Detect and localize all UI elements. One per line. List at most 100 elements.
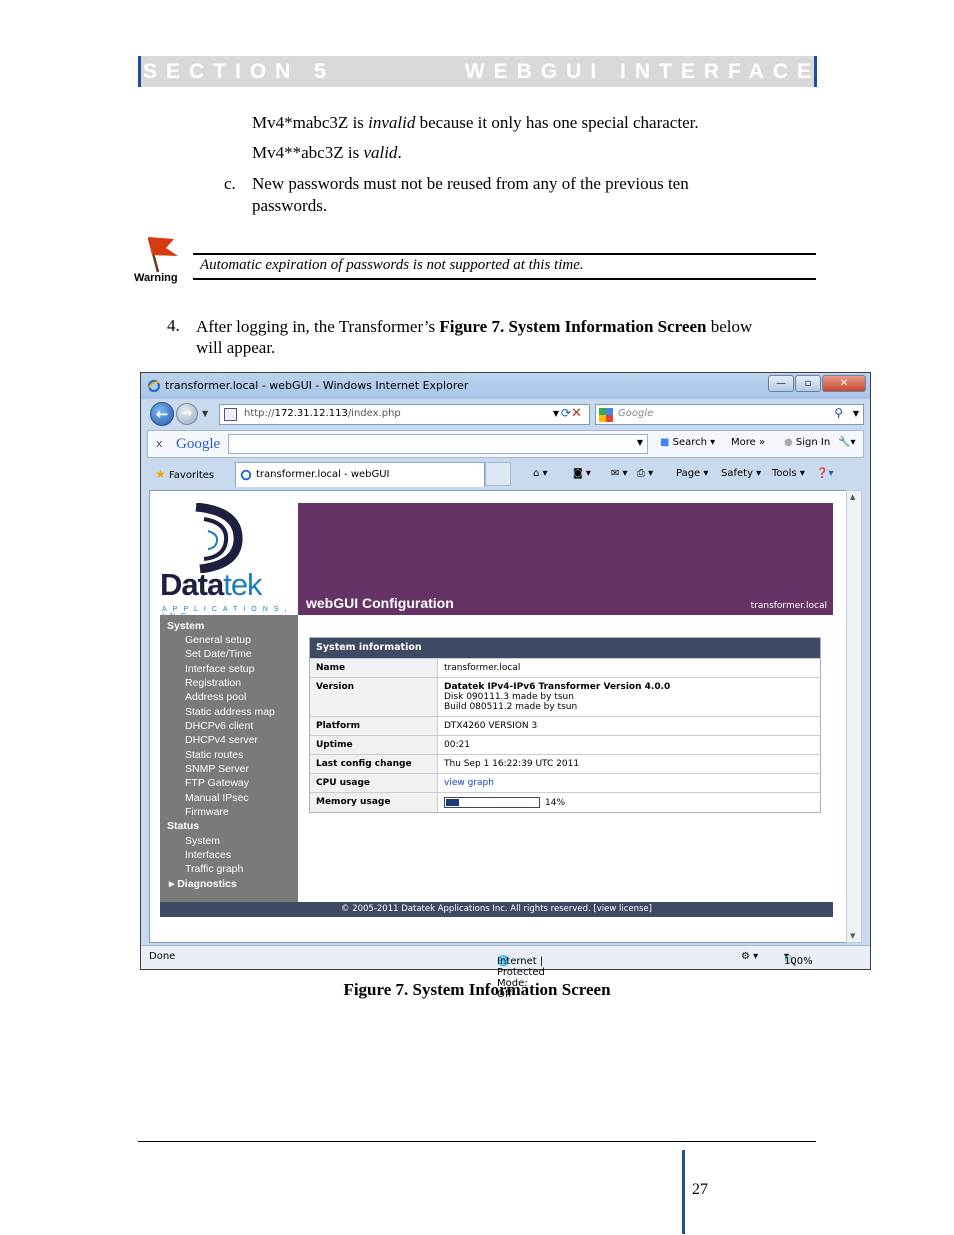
warning-rule-bottom	[193, 278, 816, 280]
scroll-up-icon[interactable]: ▲	[850, 493, 855, 501]
window-titlebar: transformer.local - webGUI - Windows Int…	[141, 373, 870, 399]
warning-rule-top	[193, 253, 816, 255]
banner-title: webGUI Configuration	[306, 595, 454, 611]
row-value: Thu Sep 1 16:22:39 UTC 2011	[438, 755, 820, 773]
google-logo: Google	[176, 436, 221, 452]
sidebar-item-ftp-gateway[interactable]: FTP Gateway	[185, 777, 249, 789]
sidebar-item-manual-ipsec[interactable]: Manual IPsec	[185, 792, 249, 804]
page-footer: © 2005-2011 Datatek Applications Inc. Al…	[160, 902, 833, 917]
window-title: transformer.local - webGUI - Windows Int…	[165, 379, 469, 392]
page-viewport: Datatek APPLICATIONS, INC webGUI Configu…	[149, 490, 854, 943]
google-search-button[interactable]: ■ Search ▾	[660, 437, 715, 448]
section-number: SECTION 5	[143, 60, 335, 83]
tab-title: transformer.local - webGUI	[256, 469, 390, 480]
address-url: http://172.31.12.113/index.php	[244, 408, 401, 419]
table-row: Last config change Thu Sep 1 16:22:39 UT…	[310, 754, 820, 773]
tools-menu[interactable]: Tools ▾	[772, 468, 805, 479]
close-button[interactable]: ✕	[822, 375, 866, 392]
navigation-bar: ← → ▼ http://172.31.12.113/index.php ▼ ⟳…	[141, 399, 870, 429]
datatek-logo: Datatek APPLICATIONS, INC	[160, 503, 300, 620]
minimize-button[interactable]: —	[768, 375, 794, 392]
protected-mode-icon[interactable]: ⚙ ▾	[741, 951, 758, 962]
sidebar-item-interface-setup[interactable]: Interface setup	[185, 663, 254, 675]
row-key: Name	[310, 659, 438, 677]
favorites-button[interactable]: ★ Favorites	[155, 467, 214, 481]
google-search-input[interactable]: ▼	[228, 434, 648, 454]
stop-button[interactable]: ✕	[571, 406, 582, 421]
sidebar-item-dhcpv6-client[interactable]: DHCPv6 client	[185, 720, 253, 732]
logo-wordmark: Datatek	[160, 567, 263, 602]
more-button[interactable]: More »	[731, 437, 765, 448]
toolbar-close-button[interactable]: x	[156, 437, 163, 450]
expand-arrow-icon: ▸	[169, 878, 178, 890]
row-key: Platform	[310, 717, 438, 735]
row-value: DTX4260 VERSION 3	[438, 717, 820, 735]
search-box[interactable]: Google ⚲ ▼	[595, 404, 864, 425]
page-number-bar	[682, 1150, 685, 1234]
sidebar-item-address-pool[interactable]: Address pool	[185, 691, 246, 703]
sidebar-item-static-routes[interactable]: Static routes	[185, 749, 243, 761]
address-bar[interactable]: http://172.31.12.113/index.php ▼ ⟳	[219, 404, 590, 425]
back-button[interactable]: ←	[150, 402, 174, 426]
row-key: Memory usage	[310, 793, 438, 812]
status-bar: Done 🌐 Internet | Protected Mode: Off ⚙ …	[141, 945, 870, 1000]
sidebar-item-snmp-server[interactable]: SNMP Server	[185, 763, 249, 775]
sign-in-icon: ●	[784, 437, 793, 448]
search-dropdown-icon[interactable]: ▼	[853, 409, 859, 418]
row-key: Version	[310, 678, 438, 716]
print-icon[interactable]: ⎙ ▾	[637, 468, 653, 479]
star-icon: ★	[155, 467, 166, 481]
banner-hostname: transformer.local	[750, 601, 827, 611]
google-dropdown-icon[interactable]: ▼	[637, 438, 643, 447]
sidebar-item-general-setup[interactable]: General setup	[185, 634, 251, 646]
sidebar-heading-diagnostics[interactable]: ▸ Diagnostics	[169, 878, 237, 890]
wrench-icon[interactable]: 🔧▾	[838, 437, 855, 448]
safety-menu[interactable]: Safety ▾	[721, 468, 761, 479]
sign-in-button[interactable]: ● Sign In	[784, 437, 830, 448]
sidebar-item-status-system[interactable]: System	[185, 835, 220, 847]
row-key: Last config change	[310, 755, 438, 773]
help-icon[interactable]: ❓▾	[816, 468, 833, 479]
forward-button[interactable]: →	[176, 403, 198, 425]
google-icon	[599, 408, 613, 422]
sidebar-item-registration[interactable]: Registration	[185, 677, 241, 689]
zoom-control[interactable]: 🔍 100% ▾	[784, 951, 813, 967]
home-icon[interactable]: ⌂ ▾	[533, 468, 548, 479]
sidebar-item-firmware[interactable]: Firmware	[185, 806, 229, 818]
sidebar-heading-system[interactable]: System	[167, 620, 204, 632]
valid-example: Mv4**abc3Z is valid.	[252, 143, 402, 162]
vertical-scrollbar[interactable]: ▲ ▼	[846, 490, 862, 943]
sidebar-item-dhcpv4-server[interactable]: DHCPv4 server	[185, 734, 258, 746]
step-text: After logging in, the Transformer’s Figu…	[196, 317, 753, 357]
view-graph-link[interactable]: view graph	[438, 774, 820, 792]
search-placeholder: Google	[618, 408, 654, 419]
sidebar-item-traffic-graph[interactable]: Traffic graph	[185, 863, 243, 875]
sidebar-menu: System General setup Set Date/Time Inter…	[160, 615, 298, 902]
row-value: Datatek IPv4-IPv6 Transformer Version 4.…	[438, 678, 820, 716]
sidebar-heading-status[interactable]: Status	[167, 820, 199, 832]
mail-icon[interactable]: ✉ ▾	[611, 468, 628, 479]
maximize-button[interactable]: ▫	[795, 375, 821, 392]
table-row: Platform DTX4260 VERSION 3	[310, 716, 820, 735]
row-value: transformer.local	[438, 659, 820, 677]
address-dropdown-icon[interactable]: ▼	[553, 409, 559, 418]
new-tab-button[interactable]	[485, 462, 511, 486]
sidebar-item-set-date-time[interactable]: Set Date/Time	[185, 648, 252, 660]
recent-pages-dropdown[interactable]: ▼	[202, 409, 208, 418]
ie-icon	[147, 379, 161, 393]
refresh-icon[interactable]: ⟳	[561, 406, 571, 420]
scroll-down-icon[interactable]: ▼	[850, 932, 855, 940]
search-icon[interactable]: ⚲	[834, 406, 843, 420]
warning-label: Warning	[134, 272, 178, 284]
table-row: Name transformer.local	[310, 658, 820, 677]
browser-tab[interactable]: transformer.local - webGUI	[235, 462, 485, 487]
table-row: Version Datatek IPv4-IPv6 Transformer Ve…	[310, 677, 820, 716]
table-row: Memory usage 14%	[310, 792, 820, 812]
sidebar-item-static-address-map[interactable]: Static address map	[185, 706, 275, 718]
feeds-icon[interactable]: ◙ ▾	[573, 468, 591, 479]
tab-ie-icon	[240, 469, 252, 481]
memory-usage-bar	[444, 797, 540, 808]
page-menu[interactable]: Page ▾	[676, 468, 708, 479]
sidebar-item-interfaces[interactable]: Interfaces	[185, 849, 231, 861]
table-heading: System information	[310, 638, 820, 658]
